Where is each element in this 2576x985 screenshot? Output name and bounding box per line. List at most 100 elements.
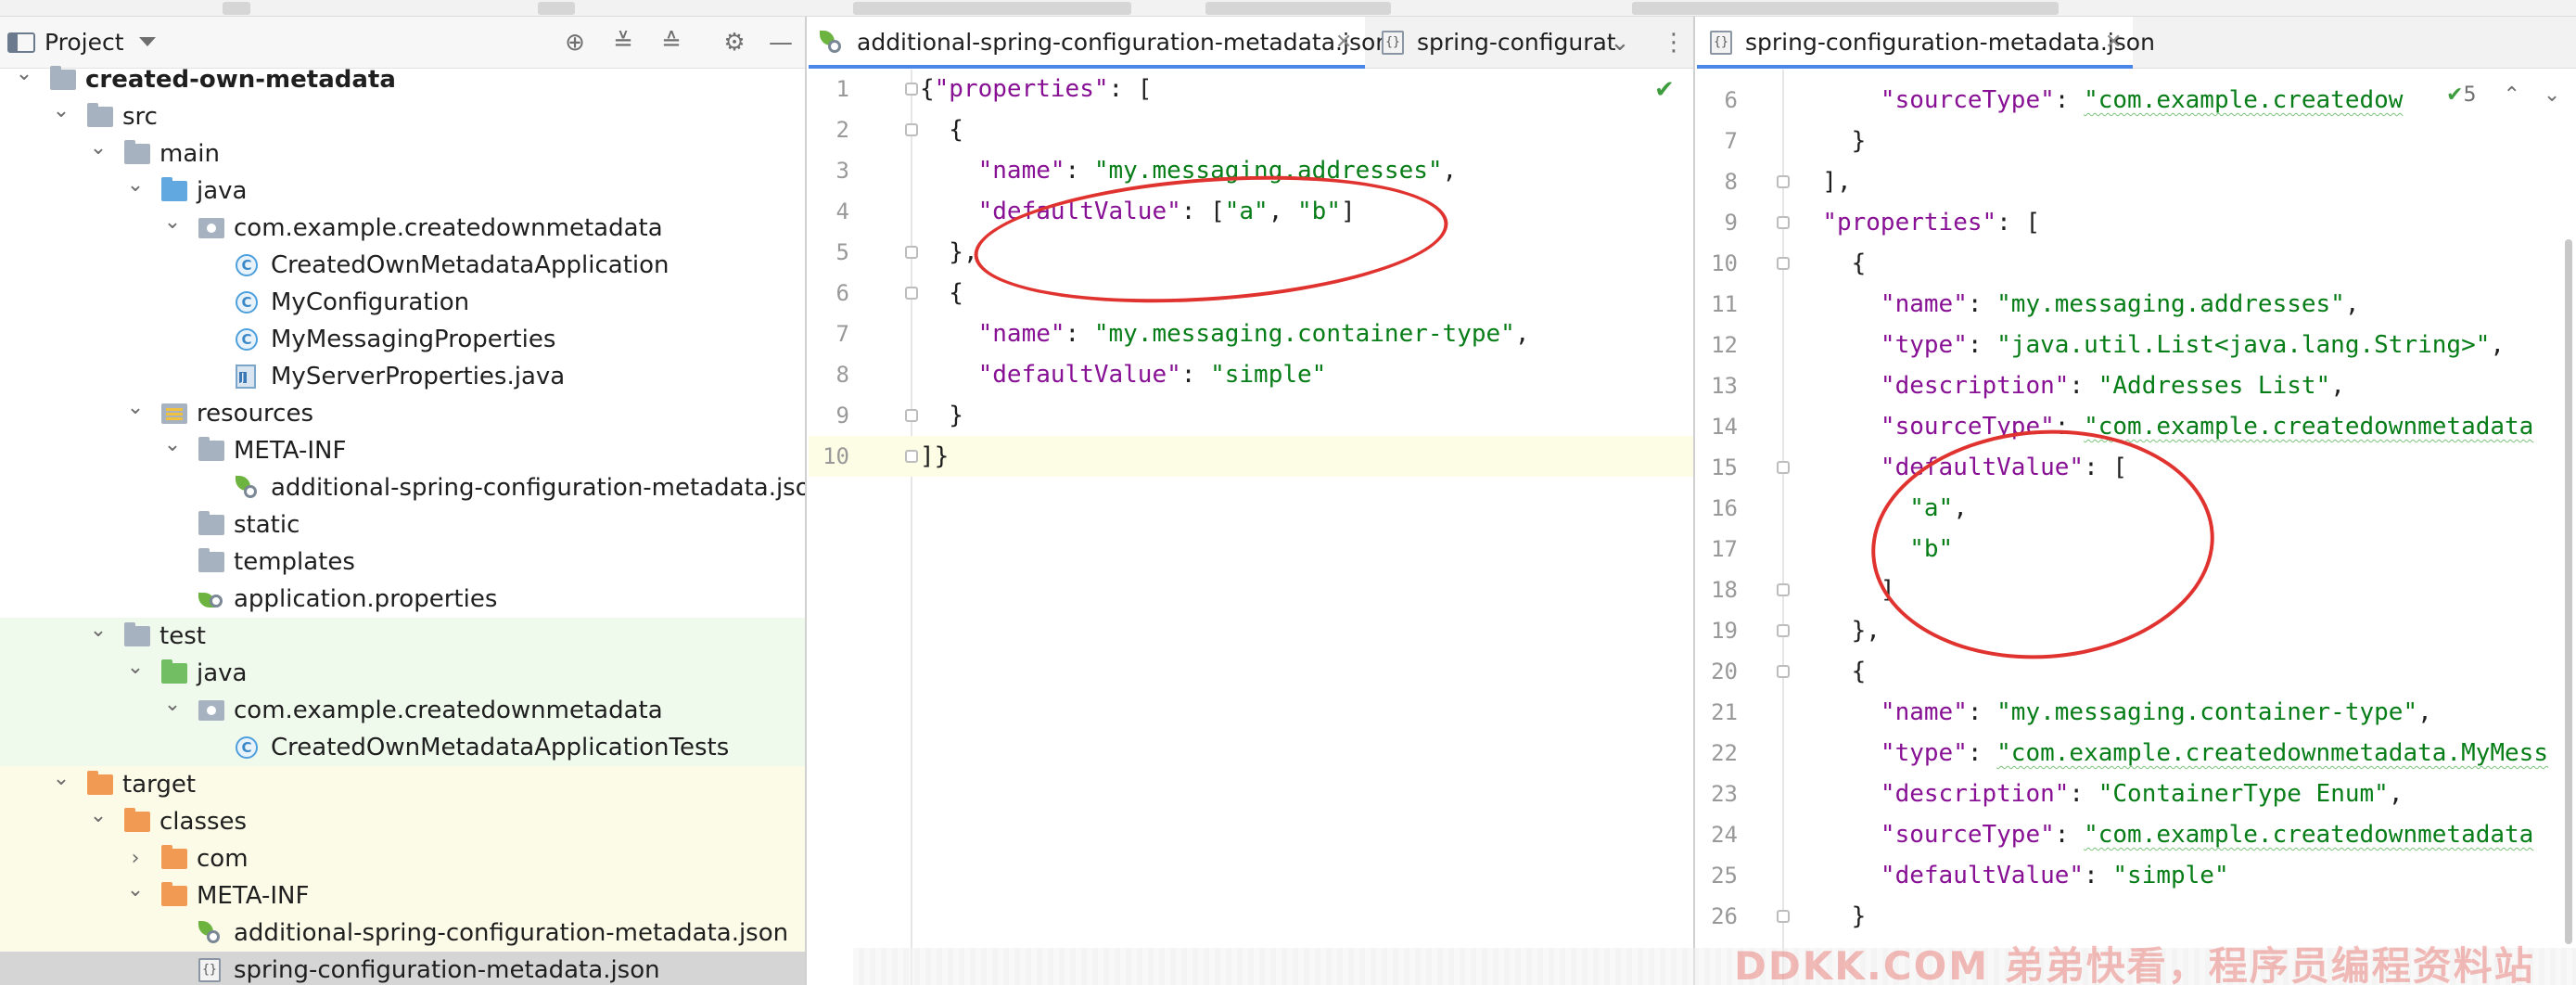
chevron-down-icon[interactable]: ⌄ <box>124 655 147 692</box>
tree-row[interactable]: ⌄ com.example.createdownmetadata <box>0 692 805 729</box>
fold-marker[interactable] <box>905 123 918 136</box>
chevron-down-icon[interactable]: ⌄ <box>13 61 35 98</box>
tree-row[interactable]: MyServerProperties.java <box>0 358 805 395</box>
scrollbar-thumb[interactable] <box>2565 239 2572 944</box>
spring-json-icon <box>820 31 842 55</box>
chevron-down-icon[interactable]: ⌄ <box>124 877 147 915</box>
fold-marker[interactable] <box>905 83 918 96</box>
line-number: 1 <box>835 76 849 102</box>
tree-row[interactable]: ⌄ META-INF <box>0 432 805 469</box>
fold-marker[interactable] <box>1777 257 1790 270</box>
chevron-down-icon[interactable]: ⌄ <box>124 173 147 210</box>
tree-row[interactable]: application.properties <box>0 581 805 618</box>
line-number: 21 <box>1711 699 1738 725</box>
line-number: 9 <box>835 403 849 429</box>
close-icon[interactable]: ✕ <box>1335 17 1352 69</box>
line-number: 4 <box>835 198 849 224</box>
code-line: } <box>920 402 963 429</box>
excluded-folder-icon <box>124 808 150 832</box>
tree-item-label: target <box>122 771 197 799</box>
fold-marker[interactable] <box>1777 665 1790 678</box>
tree-row[interactable]: static <box>0 506 805 544</box>
test-folder-icon <box>161 659 187 684</box>
fold-marker[interactable] <box>905 246 918 259</box>
tree-row[interactable]: ⌄ target <box>0 766 805 803</box>
tree-row[interactable]: templates <box>0 544 805 581</box>
line-number: 18 <box>1711 577 1738 603</box>
tree-row[interactable]: C CreatedOwnMetadataApplicationTests <box>0 729 805 766</box>
tree-row[interactable]: ⌄ created-own-metadata <box>0 61 805 98</box>
tree-row[interactable]: C CreatedOwnMetadataApplication <box>0 247 805 284</box>
tab-additional-metadata[interactable]: additional-spring-configuration-metadata… <box>809 17 1390 69</box>
inspection-count: 5 <box>2463 83 2477 107</box>
tree-row[interactable]: ⌄ com.example.createdownmetadata <box>0 210 805 247</box>
fold-marker[interactable] <box>1777 216 1790 229</box>
tree-row[interactable]: ⌄ classes <box>0 803 805 840</box>
source-folder-icon <box>161 177 187 201</box>
line-number: 8 <box>835 362 849 388</box>
tree-row[interactable]: C MyConfiguration <box>0 284 805 321</box>
minimize-icon[interactable]: — <box>766 28 796 58</box>
fold-marker[interactable] <box>1777 910 1790 923</box>
chevron-down-icon[interactable]: ⌄ <box>161 210 184 247</box>
code-line: } <box>1793 902 1867 930</box>
tree-item-label: META-INF <box>197 882 310 910</box>
line-number: 8 <box>1724 169 1738 195</box>
fold-marker[interactable] <box>905 450 918 463</box>
tree-row[interactable]: ⌄ test <box>0 618 805 655</box>
tree-item-label: application.properties <box>234 585 498 613</box>
check-icon[interactable]: ✔ <box>1654 76 1675 104</box>
folder-icon <box>124 622 150 646</box>
tree-row[interactable]: additional-spring-configuration-metadata… <box>0 469 805 506</box>
tree-row[interactable]: C MyMessagingProperties <box>0 321 805 358</box>
line-number: 7 <box>835 321 849 347</box>
chevron-up-icon[interactable]: ⌃ <box>2503 83 2519 107</box>
chevron-right-icon[interactable]: › <box>124 840 147 877</box>
fold-marker[interactable] <box>1777 461 1790 474</box>
gear-icon[interactable]: ⚙ <box>720 28 749 58</box>
more-vertical-icon[interactable]: ⋮ <box>1662 17 1686 69</box>
chevron-down-icon[interactable]: ⌄ <box>87 135 109 173</box>
line-number: 11 <box>1711 291 1738 317</box>
tree-row[interactable]: ⌄ src <box>0 98 805 135</box>
tree-row[interactable]: ⌄ resources <box>0 395 805 432</box>
chevron-down-icon[interactable]: ⌄ <box>50 766 72 803</box>
tree-row[interactable]: › com <box>0 840 805 877</box>
resources-folder-icon <box>161 403 187 424</box>
fold-marker[interactable] <box>905 287 918 300</box>
code-line: "name": "my.messaging.container-type", <box>1880 698 2432 726</box>
collapse-all-icon[interactable]: ≙ <box>657 28 686 58</box>
tree-row[interactable]: {} spring-configuration-metadata.json <box>0 952 805 985</box>
fold-marker[interactable] <box>905 409 918 422</box>
fold-marker[interactable] <box>1777 583 1790 596</box>
tree-item-label: java <box>197 659 248 687</box>
chevron-down-icon[interactable]: ⌄ <box>87 803 109 840</box>
chevron-down-icon[interactable]: ⌄ <box>161 432 184 469</box>
tab-spring-configuration[interactable]: {} spring-configurat <box>1369 17 1647 69</box>
chevron-down-icon[interactable]: ⌄ <box>124 395 147 432</box>
class-icon: C <box>236 328 258 351</box>
chevron-down-icon[interactable]: ⌄ <box>50 98 72 135</box>
close-icon[interactable]: ✕ <box>2105 17 2122 69</box>
line-number: 22 <box>1711 740 1738 766</box>
chevron-down-icon[interactable]: ⌄ <box>161 692 184 729</box>
tab-spring-configuration-metadata[interactable]: {} spring-configuration-metadata.json ✕ <box>1697 17 2155 69</box>
tree-row[interactable]: ⌄ META-INF <box>0 877 805 915</box>
fold-marker[interactable] <box>1777 624 1790 637</box>
tree-item-label: resources <box>197 400 314 428</box>
code-line: { <box>1793 658 1867 685</box>
tree-row[interactable]: ⌄ main <box>0 135 805 173</box>
locate-icon[interactable]: ⊕ <box>560 28 590 58</box>
fold-marker[interactable] <box>1777 175 1790 188</box>
chevron-down-icon[interactable]: ⌄ <box>1610 17 1630 69</box>
inspection-widget[interactable]: ✔5 ⌃ ⌄ <box>2446 83 2560 107</box>
excluded-folder-icon <box>161 845 187 869</box>
tree-row[interactable]: additional-spring-configuration-metadata… <box>0 915 805 952</box>
chevron-down-icon[interactable] <box>139 37 156 46</box>
chevron-down-icon[interactable]: ⌄ <box>87 618 109 655</box>
tree-row[interactable]: ⌄ java <box>0 173 805 210</box>
expand-all-icon[interactable]: ≚ <box>608 28 638 58</box>
tree-row[interactable]: ⌄ java <box>0 655 805 692</box>
chevron-down-icon[interactable]: ⌄ <box>2544 83 2560 107</box>
tree-item-label: additional-spring-configuration-metadata… <box>234 919 789 947</box>
